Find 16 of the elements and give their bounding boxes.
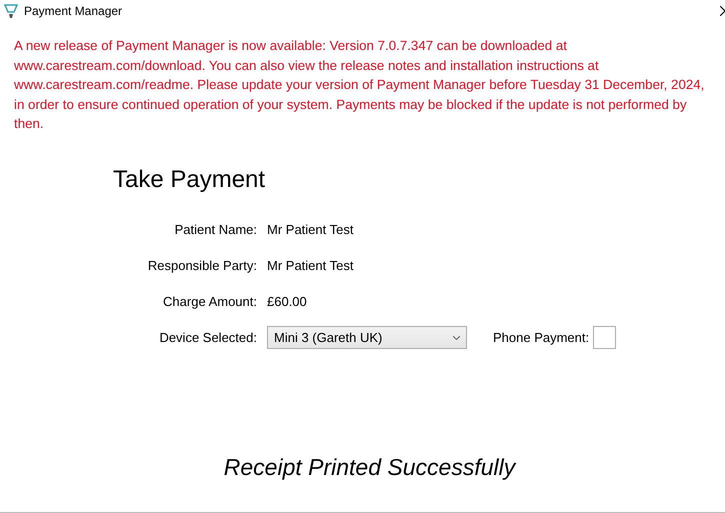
page-heading: Take Payment	[113, 166, 266, 194]
chevron-down-icon	[453, 336, 460, 340]
window-title: Payment Manager	[24, 4, 122, 18]
phone-payment-checkbox[interactable]	[593, 326, 616, 349]
field-value: Mr Patient Test	[267, 220, 354, 238]
field-label: Charge Amount:	[162, 292, 257, 311]
device-dropdown[interactable]: Mini 3 (Gareth UK)	[267, 326, 467, 349]
field-value: £60.00	[267, 292, 308, 310]
status-message: Receipt Printed Successfully	[222, 454, 518, 480]
app-logo-icon	[4, 3, 18, 19]
field-label: Patient Name:	[174, 220, 257, 238]
field-label: Phone Payment:	[493, 328, 590, 347]
field-label: Device Selected:	[158, 328, 257, 346]
field-value: Mr Patient Test	[267, 256, 354, 274]
field-label: Responsible Party:	[146, 256, 257, 275]
update-notice: A new release of Payment Manager is now available: Version 7.0.7.347 can be downloaded at www.carestream.com/download. You can also view the release notes and installation instructions at www.carestream.com/readme. Please update your version of Payment Manager before Tuesday 31 December, 2024, in order to ensure continued operation of your system. Payments may be blocked if the update is not performed by then.	[14, 37, 706, 133]
